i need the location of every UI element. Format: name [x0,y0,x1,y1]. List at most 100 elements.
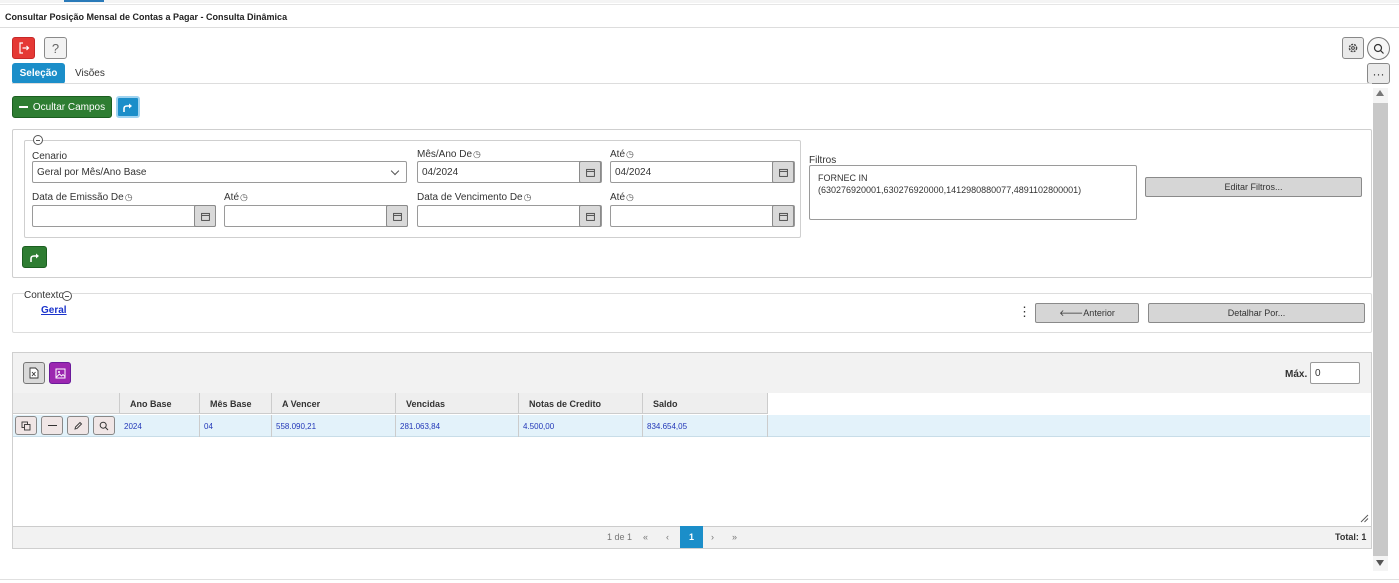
data-emissao-ate-calendar-button[interactable] [386,205,408,227]
table-cell: 2024 [120,415,200,437]
column-header[interactable]: A Vencer [272,393,396,414]
kebab-menu-icon[interactable]: ⋮ [1018,304,1031,320]
edit-filters-button[interactable]: Editar Filtros... [1145,177,1362,197]
mes-ano-de-label: Mês/Ano De◷ [417,149,481,160]
scrollbar-thumb[interactable] [1373,103,1388,556]
tab-divider [12,83,1372,84]
data-emissao-de-calendar-button[interactable] [194,205,216,227]
image-icon [55,368,65,378]
info-icon: ◷ [473,149,481,159]
share-arrow-icon [29,253,39,262]
calendar-icon [200,212,210,221]
hide-fields-label: Ocultar Campos [32,101,106,113]
data-vencimento-de-label: Data de Vencimento De◷ [417,192,532,203]
context-geral-link[interactable]: Geral [41,305,67,316]
exit-icon [18,42,29,54]
calendar-icon [778,212,788,221]
info-icon: ◷ [523,192,532,202]
search-icon [1373,43,1384,54]
top-accent-bar [0,0,1399,3]
search-icon [99,421,109,430]
minus-icon [47,425,57,426]
max-label: Máx. [1285,369,1308,380]
column-header[interactable]: Notas de Credito [519,393,643,414]
data-vencimento-de-calendar-button[interactable] [579,205,601,227]
calendar-icon [392,212,402,221]
data-vencimento-de-input[interactable] [417,205,602,227]
more-icon: ··· [1372,66,1385,81]
scroll-down-icon[interactable] [1376,560,1384,566]
remove-row-button[interactable] [41,416,63,435]
view-row-button[interactable] [93,416,115,435]
column-header[interactable]: Saldo [643,393,768,414]
resize-handle-icon[interactable] [1359,513,1369,523]
tab-visoes[interactable]: Visões [75,68,105,79]
export-image-button[interactable] [49,362,71,384]
execute-button[interactable] [116,96,140,118]
table-cell: 558.090,21 [272,415,396,437]
context-label: Contexto [24,290,67,301]
window-title: Consultar Posição Mensal de Contas a Pag… [5,12,288,22]
bottom-divider [0,579,1399,580]
filtros-line-1: FORNEC IN [818,173,868,183]
apply-button[interactable] [22,246,47,268]
column-header-actions [13,393,120,414]
table-cell: 4.500,00 [519,415,643,437]
data-emissao-de-label: Data de Emissão De◷ [32,192,133,203]
mes-ano-ate-calendar-button[interactable] [772,161,794,183]
page-info: 1 de 1 [607,532,633,542]
mes-ano-ate-input[interactable]: 04/2024 [610,161,795,183]
minus-icon [18,106,28,108]
data-vencimento-ate-input[interactable] [610,205,795,227]
max-value: 0 [1315,367,1321,379]
mes-ano-ate-label: Até◷ [610,149,634,160]
prev-page-button[interactable]: ‹ [666,532,669,542]
column-header[interactable]: Ano Base [120,393,200,414]
column-header[interactable]: Vencidas [396,393,519,414]
settings-button[interactable] [1342,37,1364,59]
info-icon: ◷ [240,192,248,202]
chevron-down-icon [390,166,400,176]
current-page-button[interactable]: 1 [680,526,703,548]
edit-row-button[interactable] [67,416,89,435]
filtros-line-2: (630276920001,630276920000,1412980880077… [818,185,1082,195]
max-input[interactable]: 0 [1310,362,1360,384]
mes-ano-de-calendar-button[interactable] [579,161,601,183]
filtros-box: FORNEC IN (630276920001,630276920000,141… [809,165,1137,220]
table-cell: 834.654,05 [643,415,768,437]
collapse-fields-icon[interactable] [33,135,43,145]
grid-toolbar [13,353,1371,393]
cenario-value: Geral por Mês/Ano Base [37,166,147,178]
data-vencimento-ate-calendar-button[interactable] [772,205,794,227]
data-vencimento-ate-label: Até◷ [610,192,634,203]
search-button[interactable] [1367,37,1390,60]
cenario-select[interactable]: Geral por Mês/Ano Base [32,161,407,183]
help-button[interactable]: ? [44,37,67,59]
mes-ano-de-input[interactable]: 04/2024 [417,161,602,183]
previous-button[interactable]: 🡐Anterior [1035,303,1139,323]
table-cell: 281.063,84 [396,415,519,437]
first-page-button[interactable]: « [643,532,648,542]
data-emissao-de-input[interactable] [32,205,216,227]
scroll-up-icon[interactable] [1376,90,1384,96]
copy-row-button[interactable] [15,416,37,435]
last-page-button[interactable]: » [732,532,737,542]
drill-down-button[interactable]: Detalhar Por... [1148,303,1365,323]
tab-selecao[interactable]: Seleção [12,63,65,84]
share-arrow-icon [123,103,132,112]
calendar-icon [585,168,595,177]
hide-fields-button[interactable]: Ocultar Campos [12,96,112,118]
pencil-icon [74,421,83,430]
exit-button[interactable] [12,37,35,59]
info-icon: ◷ [626,149,634,159]
export-excel-button[interactable] [23,362,45,384]
more-options-button[interactable]: ··· [1367,63,1390,84]
next-page-button[interactable]: › [711,532,714,542]
calendar-icon [778,168,788,177]
data-emissao-ate-input[interactable] [224,205,408,227]
copy-icon [21,421,31,430]
column-header[interactable]: Mês Base [200,393,272,414]
excel-file-icon [29,367,39,379]
data-emissao-ate-label: Até◷ [224,192,248,203]
collapse-context-icon[interactable] [62,291,72,301]
